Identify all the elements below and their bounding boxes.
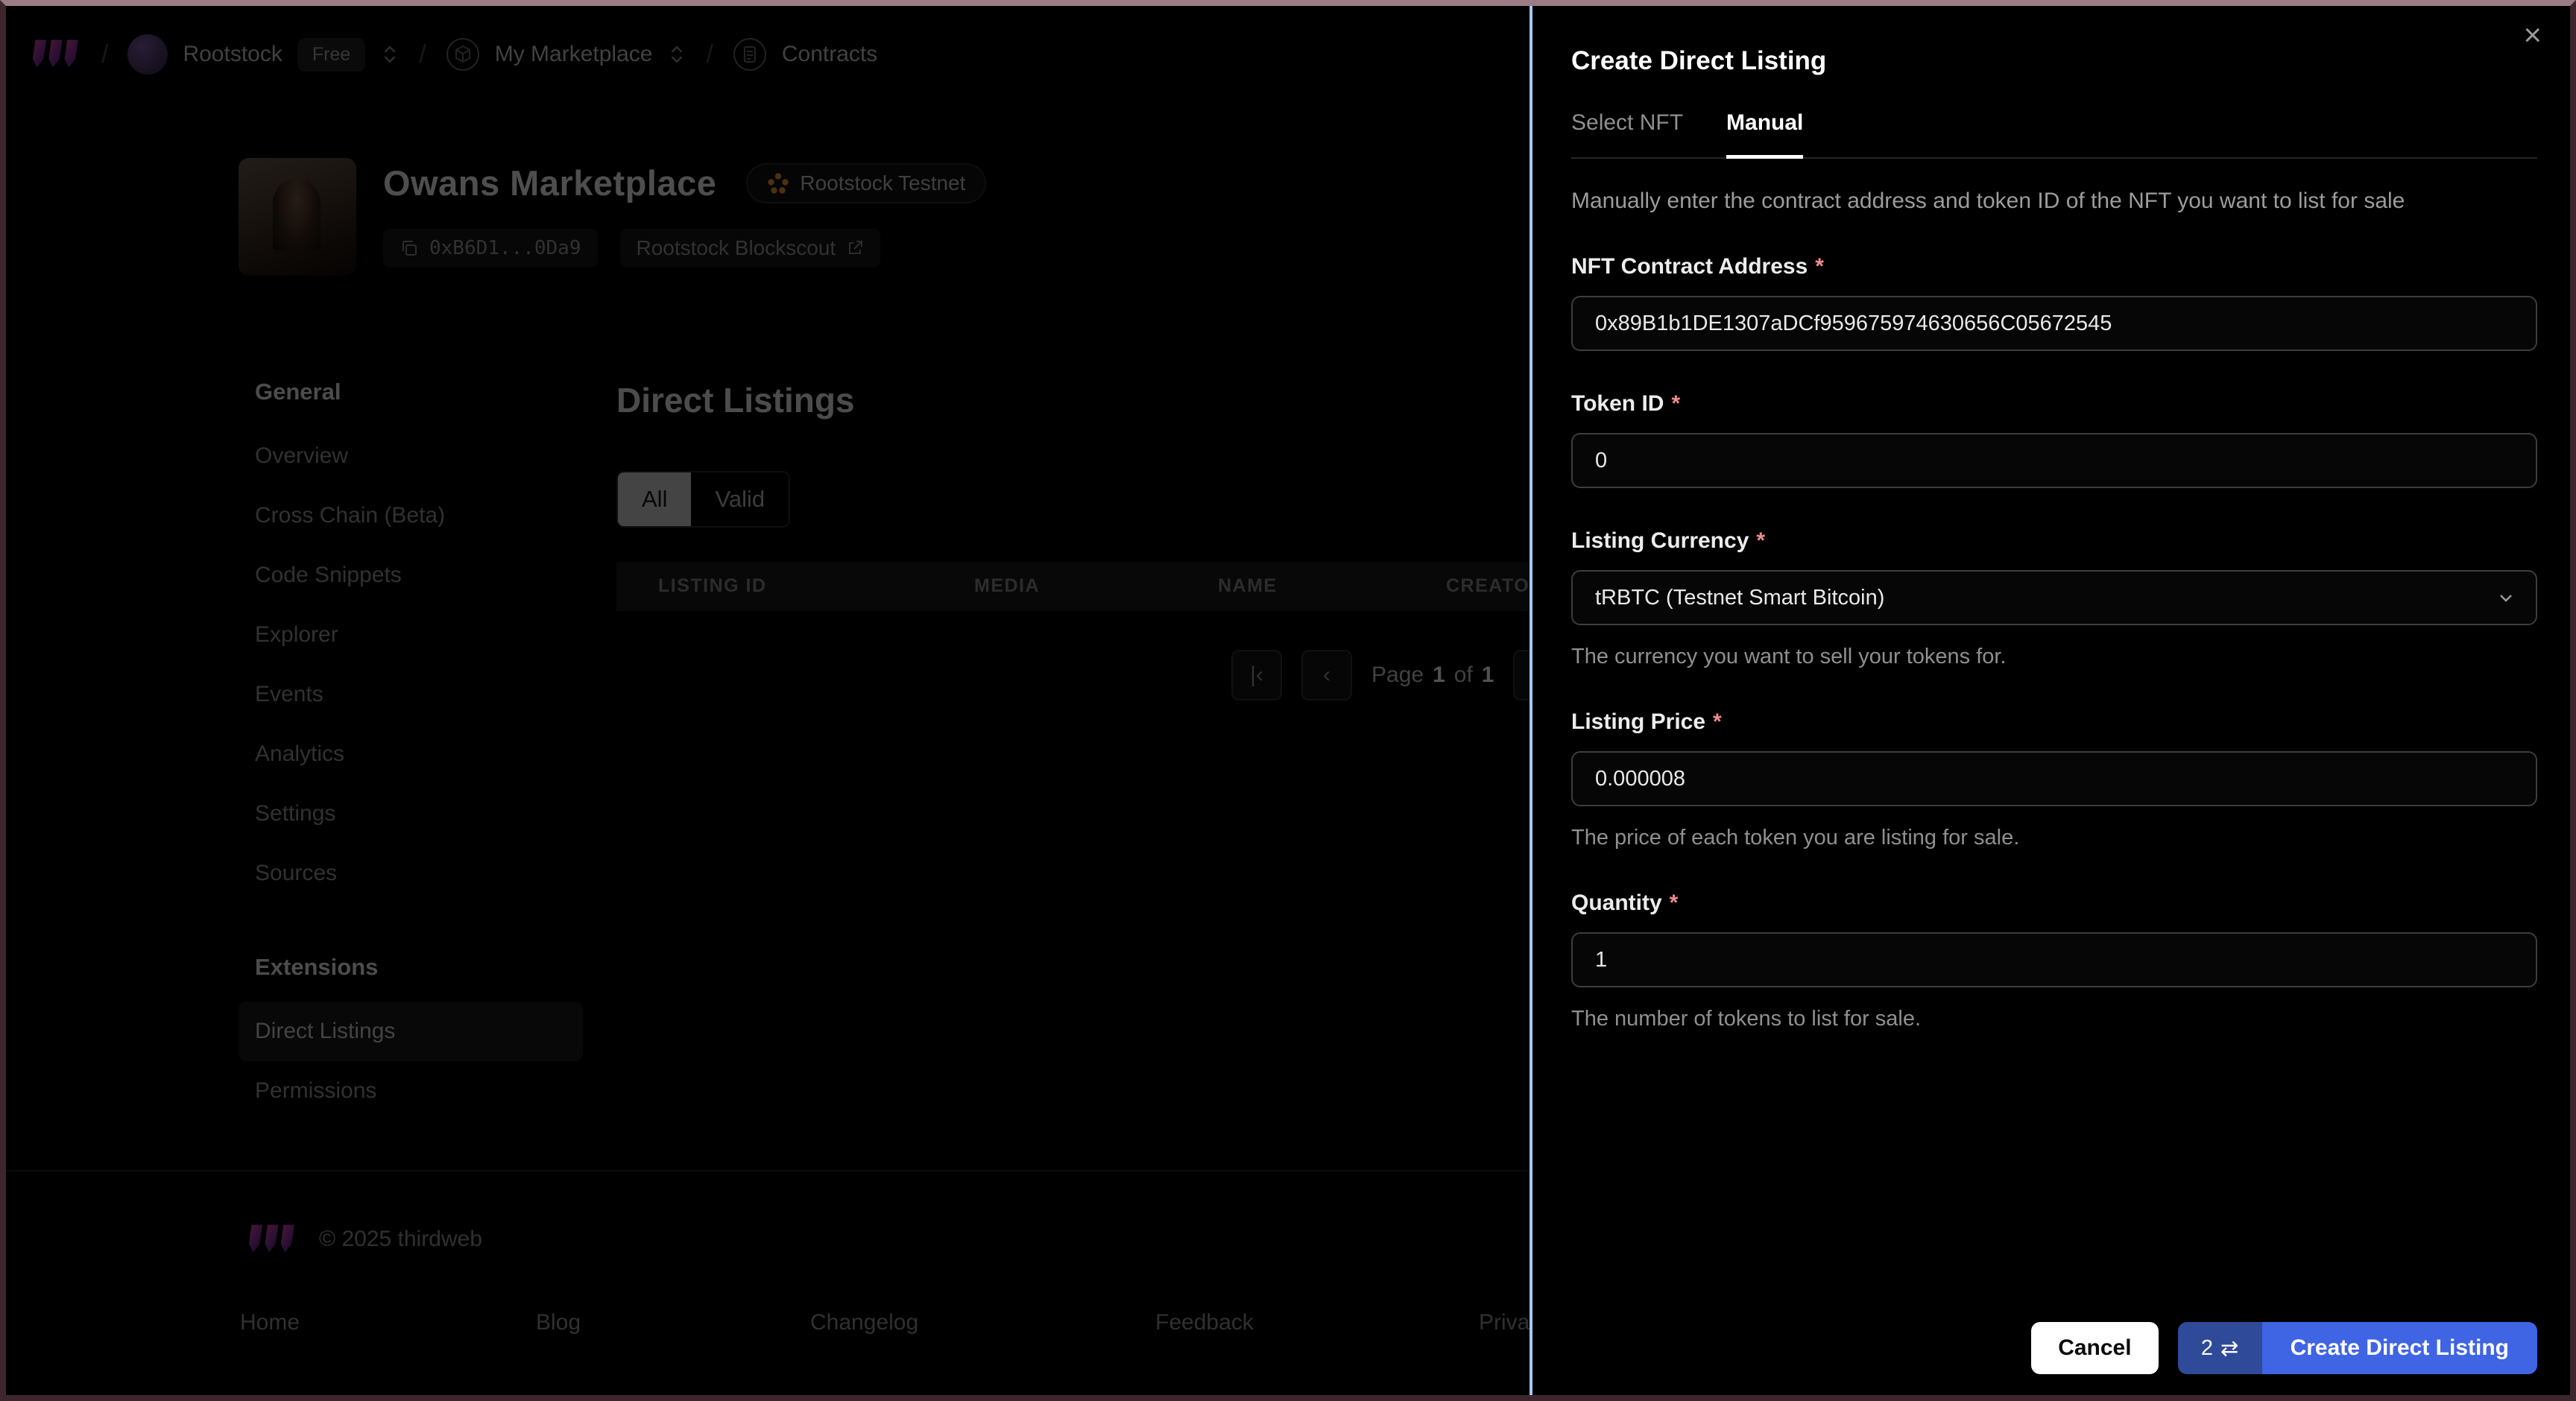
required-marker: * — [1671, 391, 1681, 416]
listing-currency-value: tRBTC (Testnet Smart Bitcoin) — [1595, 585, 1885, 610]
listing-price-helper: The price of each token you are listing … — [1571, 826, 2020, 850]
quantity-label: Quantity — [1571, 891, 1662, 915]
field-contract-address: NFT Contract Address * — [1571, 254, 2537, 351]
listing-currency-select[interactable]: tRBTC (Testnet Smart Bitcoin) — [1571, 570, 2537, 625]
create-direct-listing-button[interactable]: Create Direct Listing — [2261, 1322, 2537, 1374]
required-marker: * — [1756, 528, 1766, 553]
token-id-label: Token ID — [1571, 391, 1664, 416]
contract-address-input[interactable] — [1571, 296, 2537, 351]
contract-address-label: NFT Contract Address — [1571, 254, 1808, 279]
required-marker: * — [1713, 709, 1722, 734]
token-id-input[interactable] — [1571, 433, 2537, 488]
drawer-actions: Cancel 2 ⇄ Create Direct Listing — [2031, 1322, 2537, 1374]
cancel-button[interactable]: Cancel — [2031, 1322, 2159, 1374]
quantity-helper: The number of tokens to list for sale. — [1571, 1007, 1922, 1031]
listing-currency-helper: The currency you want to sell your token… — [1571, 645, 2007, 668]
chevron-down-icon — [2500, 595, 2512, 602]
listing-price-label: Listing Price — [1571, 709, 1706, 734]
transaction-count-badge: 2 ⇄ — [2177, 1322, 2262, 1374]
create-direct-listing-drawer: × Create Direct Listing Select NFT Manua… — [1530, 6, 2570, 1395]
required-marker: * — [1669, 891, 1679, 915]
field-listing-price: Listing Price * The price of each token y… — [1571, 709, 2537, 850]
contract-address-label-row: NFT Contract Address * — [1571, 254, 2537, 279]
transaction-count: 2 — [2200, 1335, 2213, 1360]
close-icon[interactable]: × — [2523, 19, 2542, 51]
required-marker: * — [1815, 254, 1824, 279]
app-screen: / Rootstock Free / My Marketplace / Cont… — [0, 0, 2576, 1401]
submit-button-group: 2 ⇄ Create Direct Listing — [2177, 1322, 2537, 1374]
drawer-tabbar: Select NFT Manual — [1571, 110, 2537, 159]
tab-select-nft[interactable]: Select NFT — [1571, 110, 1683, 159]
drawer-title: Create Direct Listing — [1571, 46, 1827, 75]
field-listing-currency: Listing Currency * tRBTC (Testnet Smart B… — [1571, 528, 2537, 669]
quantity-input[interactable] — [1571, 932, 2537, 987]
listing-price-input[interactable] — [1571, 751, 2537, 806]
field-quantity: Quantity * The number of tokens to list f… — [1571, 891, 2537, 1031]
listing-price-label-row: Listing Price * — [1571, 709, 2537, 735]
listing-currency-label: Listing Currency — [1571, 528, 1749, 553]
drawer-description: Manually enter the contract address and … — [1571, 189, 2405, 213]
quantity-label-row: Quantity * — [1571, 891, 2537, 916]
field-token-id: Token ID * — [1571, 391, 2537, 488]
swap-horizontal-icon: ⇄ — [2220, 1336, 2239, 1361]
token-id-label-row: Token ID * — [1571, 391, 2537, 417]
listing-currency-label-row: Listing Currency * — [1571, 528, 2537, 554]
tab-manual[interactable]: Manual — [1726, 110, 1804, 159]
